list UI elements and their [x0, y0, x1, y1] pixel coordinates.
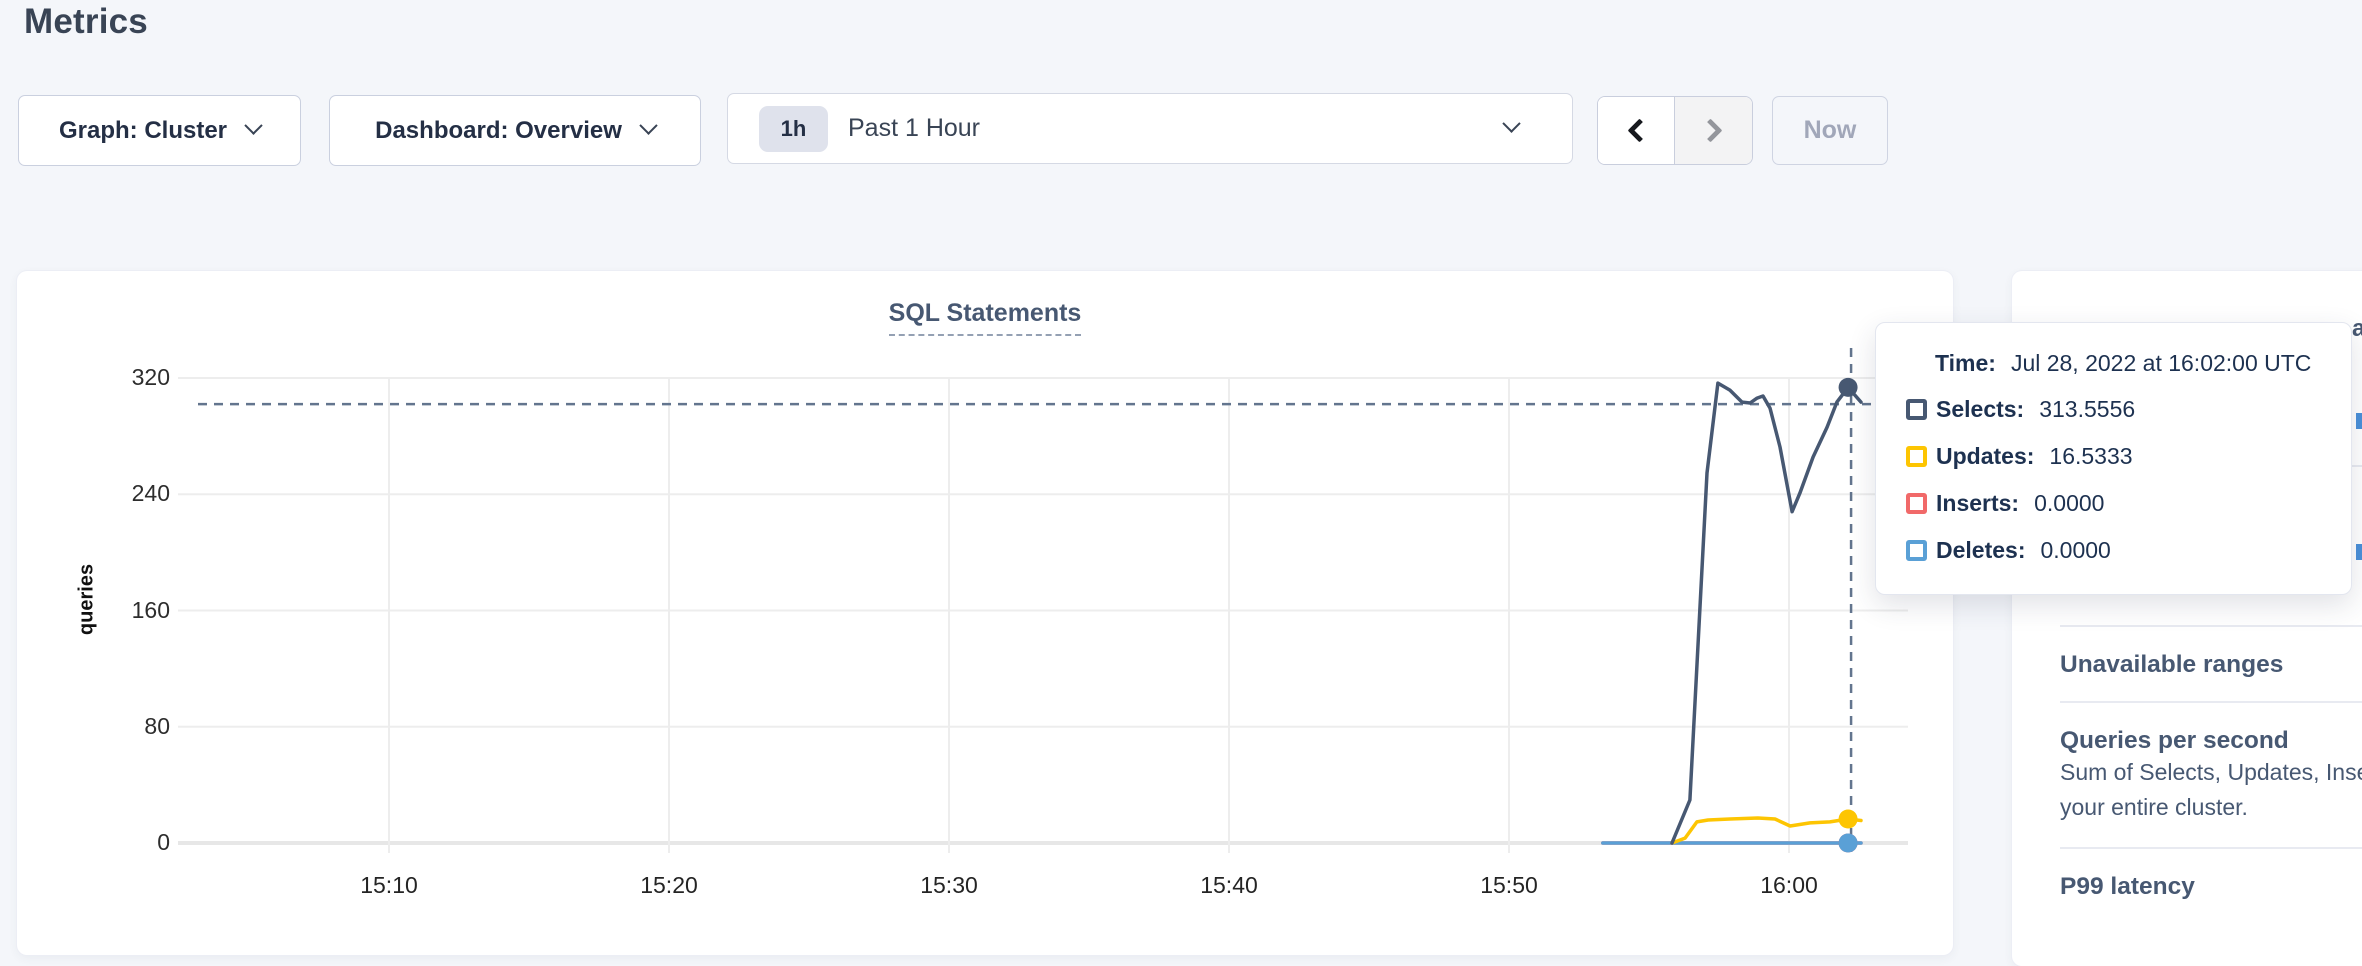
- tooltip-series-value: 0.0000: [2034, 490, 2104, 517]
- series-swatch-icon: [1906, 399, 1927, 420]
- sidebar-link-fragment: [2356, 544, 2362, 560]
- hover-dot-selects: [1839, 378, 1858, 397]
- series-swatch-icon: [1906, 493, 1927, 514]
- x-tick-label: 15:20: [599, 872, 739, 899]
- y-tick-label: 0: [40, 829, 170, 856]
- series-selects: [1672, 383, 1861, 843]
- series-updates: [1672, 818, 1861, 843]
- metrics-page: Metrics Graph: Cluster Dashboard: Overvi…: [0, 0, 2362, 966]
- dashboard-dropdown[interactable]: Dashboard: Overview: [329, 95, 701, 166]
- tooltip-series-value: 313.5556: [2039, 396, 2135, 423]
- y-tick-label: 320: [40, 364, 170, 391]
- tooltip-row-inserts: Inserts: 0.0000: [1906, 480, 2351, 527]
- sidebar-sections: Unavailable ranges Queries per secondSum …: [2060, 625, 2362, 923]
- prev-time-button[interactable]: [1598, 97, 1675, 164]
- tooltip-row-deletes: Deletes: 0.0000: [1906, 527, 2351, 574]
- time-pager: [1597, 96, 1753, 165]
- time-range-badge: 1h: [759, 106, 828, 152]
- hover-dot-updates: [1839, 809, 1858, 828]
- tooltip-series-value: 16.5333: [2049, 443, 2132, 470]
- chevron-down-icon: [1502, 114, 1520, 132]
- series-swatch-icon: [1906, 446, 1927, 467]
- sidebar-section-description-line: Sum of Selects, Updates, Inser: [2060, 755, 2362, 790]
- tooltip-series-rows: Selects: 313.5556Updates: 16.5333 Inserts: 0…: [1906, 386, 2351, 574]
- x-tick-label: 16:00: [1719, 872, 1859, 899]
- sidebar-section: P99 latency: [2060, 847, 2362, 923]
- sidebar-section: Unavailable ranges: [2060, 625, 2362, 701]
- x-tick-label: 15:40: [1159, 872, 1299, 899]
- tooltip-series-label: Deletes:: [1936, 537, 2025, 564]
- y-tick-label: 80: [40, 713, 170, 740]
- page-title: Metrics: [24, 2, 148, 42]
- sql-statements-chart-card: SQL Statements 080160240320 15:1015:2015…: [17, 271, 1953, 955]
- graph-dropdown-label: Graph: Cluster: [59, 117, 227, 145]
- y-tick-label: 240: [40, 480, 170, 507]
- series-swatch-icon: [1906, 540, 1927, 561]
- sidebar-link-fragment: [2356, 413, 2362, 429]
- tooltip-series-label: Inserts:: [1936, 490, 2019, 517]
- hover-dot-deletes: [1839, 834, 1858, 853]
- sidebar-section-title: P99 latency: [2060, 873, 2362, 901]
- chevron-down-icon: [244, 116, 262, 134]
- tooltip-series-label: Selects:: [1936, 396, 2024, 423]
- line-chart-plot[interactable]: [17, 271, 1953, 955]
- sidebar-section: Queries per secondSum of Selects, Update…: [2060, 701, 2362, 847]
- tooltip-series-label: Updates:: [1936, 443, 2034, 470]
- dashboard-dropdown-label: Dashboard: Overview: [375, 117, 622, 145]
- chart-hover-tooltip: Time: Jul 28, 2022 at 16:02:00 UTC Selec…: [1875, 322, 2352, 595]
- tooltip-time-value: Jul 28, 2022 at 16:02:00 UTC: [2011, 350, 2311, 377]
- next-time-button-disabled[interactable]: [1675, 97, 1752, 164]
- tooltip-row-updates: Updates: 16.5333: [1906, 433, 2351, 480]
- y-axis-label: queries: [76, 520, 99, 680]
- tooltip-row-selects: Selects: 313.5556: [1906, 386, 2351, 433]
- chevron-left-icon: [1627, 118, 1651, 142]
- graph-dropdown[interactable]: Graph: Cluster: [18, 95, 301, 166]
- x-tick-label: 15:50: [1439, 872, 1579, 899]
- tooltip-time-row: Time: Jul 28, 2022 at 16:02:00 UTC: [1935, 350, 2351, 377]
- x-tick-label: 15:10: [319, 872, 459, 899]
- tooltip-series-value: 0.0000: [2040, 537, 2110, 564]
- tooltip-time-label: Time:: [1935, 350, 1996, 377]
- y-tick-label: 160: [40, 597, 170, 624]
- sidebar-section-title: Queries per second: [2060, 727, 2362, 755]
- x-tick-label: 15:30: [879, 872, 1019, 899]
- sidebar-section-description-line: your entire cluster.: [2060, 790, 2362, 825]
- chevron-down-icon: [639, 116, 657, 134]
- now-button-disabled[interactable]: Now: [1772, 96, 1888, 165]
- time-range-selector[interactable]: 1h Past 1 Hour: [727, 93, 1573, 164]
- time-range-label: Past 1 Hour: [848, 114, 980, 143]
- sidebar-section-title: Unavailable ranges: [2060, 651, 2362, 679]
- sidebar-occluded-text-fragment: a: [2352, 315, 2362, 343]
- chevron-right-icon: [1698, 118, 1722, 142]
